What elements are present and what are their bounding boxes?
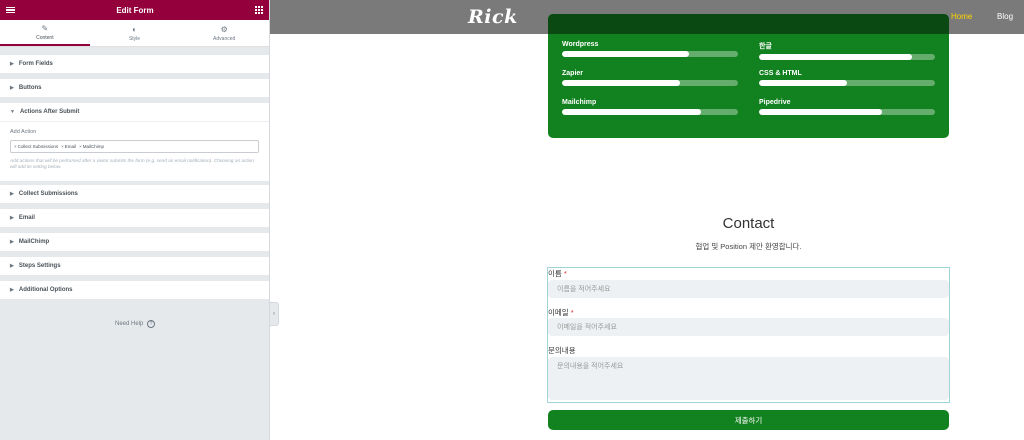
caret-right-icon: ▶ <box>10 239 14 245</box>
nav-home-link[interactable]: Home <box>951 12 972 21</box>
skill-label: Wordpress <box>562 41 599 48</box>
site-logo[interactable]: Rick <box>468 6 518 28</box>
section-label: Actions After Submit <box>19 109 80 115</box>
tab-style[interactable]: ◐ Style <box>90 20 180 46</box>
section-label: MailChimp <box>18 239 50 245</box>
skill-label: Mailchimp <box>562 99 597 106</box>
skill-bar: Mailchimp <box>562 99 738 115</box>
action-tag[interactable]: ×Collect Submissions <box>14 144 58 149</box>
section-steps-settings[interactable]: ▶ Steps Settings <box>0 257 269 275</box>
tab-content-label: Content <box>36 34 54 41</box>
section-label: Email <box>18 215 35 221</box>
widgets-grid-icon[interactable] <box>255 6 263 14</box>
add-action-select[interactable]: ×Collect Submissions ×Email ×MailChimp <box>10 140 259 153</box>
message-field[interactable] <box>548 357 949 400</box>
contact-title: Contact <box>722 215 775 232</box>
caret-right-icon: ▶ <box>10 215 14 221</box>
pencil-icon: ✎ <box>41 23 49 33</box>
email-field[interactable] <box>548 318 949 336</box>
skill-fill <box>759 80 847 86</box>
tab-advanced[interactable]: ⚙ Advanced <box>179 20 269 46</box>
skill-fill <box>759 54 913 60</box>
section-email[interactable]: ▶ Email <box>0 209 269 227</box>
skill-track <box>562 109 738 115</box>
actions-after-submit-body: Add Action ×Collect Submissions ×Email ×… <box>0 121 269 181</box>
message-label: 문의내용 <box>548 346 576 355</box>
remove-icon[interactable]: × <box>14 144 17 149</box>
caret-right-icon: ▶ <box>10 287 14 293</box>
required-mark: * <box>563 269 567 278</box>
caret-right-icon: ▶ <box>10 61 14 67</box>
remove-icon[interactable]: × <box>61 144 64 149</box>
email-label: 이메일 * <box>548 308 574 317</box>
skill-label: Zapier <box>562 70 584 77</box>
caret-right-icon: ▶ <box>10 85 14 91</box>
skill-fill <box>562 80 680 86</box>
skill-label: Pipedrive <box>759 99 791 106</box>
tab-content[interactable]: ✎ Content <box>0 20 90 46</box>
skill-track <box>562 80 738 86</box>
caret-down-icon: ▼ <box>10 109 15 115</box>
section-label: Collect Submissions <box>18 191 78 197</box>
skill-label: 한글 <box>759 43 772 50</box>
caret-right-icon: ▶ <box>10 191 14 197</box>
section-form-fields[interactable]: ▶ Form Fields <box>0 55 269 73</box>
tab-advanced-label: Advanced <box>213 35 236 42</box>
section-buttons[interactable]: ▶ Buttons <box>0 79 269 97</box>
contact-subtitle: 협업 및 Position 제안 환영합니다. <box>695 242 802 251</box>
action-tag[interactable]: ×Email <box>61 144 76 149</box>
editor-panel: Edit Form ✎ Content ◐ Style ⚙ Advanced ▶… <box>0 0 270 440</box>
contrast-icon: ◐ <box>132 24 137 34</box>
skill-bar: CSS & HTML <box>759 70 935 86</box>
required-mark: * <box>570 308 574 317</box>
section-label: Form Fields <box>18 61 53 67</box>
skill-fill <box>562 51 689 57</box>
add-action-label: Add Action <box>10 129 37 135</box>
skill-bar: 한글 <box>759 41 935 60</box>
section-additional-options[interactable]: ▶ Additional Options <box>0 281 269 299</box>
panel-header: Edit Form <box>0 0 269 20</box>
need-help-link[interactable]: Need Help ? <box>0 320 270 328</box>
skill-bar: Pipedrive <box>759 99 935 115</box>
name-field[interactable] <box>548 280 949 298</box>
add-action-help: Add actions that will be performed after… <box>10 158 254 169</box>
skill-label: CSS & HTML <box>759 70 802 77</box>
skill-track <box>562 51 738 57</box>
skill-fill <box>562 109 702 115</box>
section-label: Buttons <box>18 85 42 91</box>
need-help-label: Need Help <box>114 321 144 327</box>
submit-button[interactable]: 제출하기 <box>548 410 949 430</box>
chevron-left-icon: ‹ <box>273 311 275 317</box>
panel-collapse-handle[interactable]: ‹ <box>270 302 279 326</box>
skills-card: Wordpress 한글 Zapier CSS & HTML Mailchimp… <box>548 14 949 138</box>
skill-track <box>759 54 935 60</box>
nav-blog-link[interactable]: Blog <box>997 12 1013 21</box>
gear-icon: ⚙ <box>220 24 228 34</box>
section-actions-after-submit[interactable]: ▼ Actions After Submit <box>0 103 269 121</box>
caret-right-icon: ▶ <box>10 263 14 269</box>
panel-title: Edit Form <box>116 5 154 15</box>
section-label: Steps Settings <box>18 263 61 269</box>
skills-card-top-band <box>548 14 949 34</box>
skill-bar: Zapier <box>562 70 738 86</box>
section-mailchimp[interactable]: ▶ MailChimp <box>0 233 269 251</box>
section-label: Additional Options <box>18 287 73 293</box>
skill-fill <box>759 109 883 115</box>
hamburger-menu-icon[interactable] <box>6 6 15 14</box>
skill-track <box>759 109 935 115</box>
panel-tabs: ✎ Content ◐ Style ⚙ Advanced <box>0 20 269 47</box>
tab-style-label: Style <box>128 35 141 42</box>
skill-track <box>759 80 935 86</box>
action-tag[interactable]: ×MailChimp <box>79 144 104 149</box>
skill-bar: Wordpress <box>562 41 738 57</box>
help-icon: ? <box>147 320 156 328</box>
section-collect-submissions[interactable]: ▶ Collect Submissions <box>0 185 269 203</box>
remove-icon[interactable]: × <box>79 144 82 149</box>
name-label: 이름 * <box>548 269 567 278</box>
